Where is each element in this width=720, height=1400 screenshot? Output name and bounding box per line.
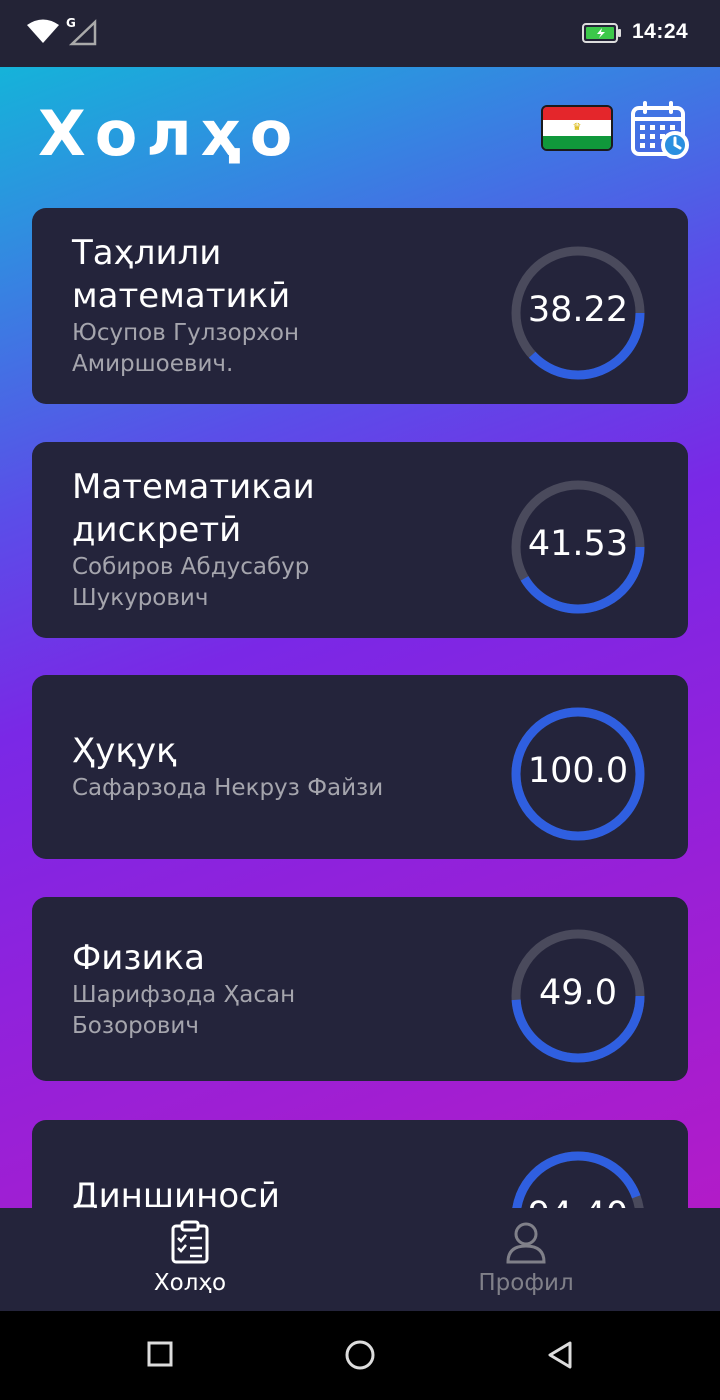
- back-icon[interactable]: [546, 1340, 574, 1370]
- grade-card[interactable]: Ҳуқуқ Сафарзода Некруз Файзи 100.0: [32, 675, 688, 859]
- teacher-name: Собиров Абдусабур: [72, 554, 310, 580]
- system-navigation-bar: [0, 1311, 720, 1400]
- subject-name: Таҳлили: [72, 233, 222, 273]
- grade-card[interactable]: Математикаи дискретӣ Собиров Абдусабур Шуку…: [32, 442, 688, 638]
- teacher-name: Амиршоевич.: [72, 351, 234, 377]
- bottom-navigation: Холҳо Профил: [0, 1208, 720, 1311]
- nav-tab-profile-label: Профил: [478, 1270, 574, 1296]
- status-time: 14:24: [632, 20, 689, 43]
- score-value: 49.0: [539, 973, 617, 1013]
- subject-name: Физика: [72, 938, 205, 978]
- clipboard-checklist-icon: [171, 1220, 209, 1264]
- calendar-clock-icon[interactable]: [630, 101, 690, 159]
- teacher-name: Шукурович: [72, 585, 209, 611]
- recent-apps-icon[interactable]: [146, 1340, 174, 1368]
- teacher-name: Бозорович: [72, 1013, 199, 1039]
- subject-name: Диншиносӣ: [72, 1176, 280, 1208]
- signal-icon: G: [66, 16, 98, 46]
- grade-card[interactable]: Таҳлили математикӣ Юсупов Гулзорхон Амиршое…: [32, 208, 688, 404]
- teacher-name: Сафарзода Некруз Файзи: [72, 775, 384, 801]
- subject-name: Ҳуқуқ: [72, 731, 177, 771]
- score-value: 100.0: [527, 751, 629, 791]
- page-title: Холҳо: [38, 97, 302, 170]
- score-value: 41.53: [527, 524, 629, 564]
- battery-charging-icon: [582, 23, 621, 43]
- nav-tab-grades[interactable]: Холҳо: [10, 1208, 370, 1311]
- nav-tab-grades-label: Холҳо: [153, 1270, 227, 1296]
- subject-name: дискретӣ: [72, 510, 242, 550]
- score-value: 38.22: [527, 290, 629, 330]
- grades-screen[interactable]: Холҳо ♛ Таҳлили математикӣ Юсупов Гулзорхо…: [0, 67, 720, 1208]
- teacher-name: Юсупов Гулзорхон: [72, 320, 300, 346]
- home-icon[interactable]: [344, 1340, 376, 1372]
- status-bar: G 14:24: [0, 0, 720, 67]
- grade-card[interactable]: Физика Шарифзода Ҳасан Бозорович 49.0: [32, 897, 688, 1081]
- user-icon: [506, 1222, 546, 1264]
- subject-name: математикӣ: [72, 276, 291, 316]
- flag-crown-icon: ♛: [572, 122, 582, 133]
- nav-tab-profile[interactable]: Профил: [346, 1208, 706, 1311]
- language-flag-button[interactable]: ♛: [541, 105, 613, 151]
- teacher-name: Шарифзода Ҳасан: [72, 982, 296, 1008]
- grade-card[interactable]: Диншиносӣ 94.40: [32, 1120, 688, 1208]
- score-value: 94.40: [508, 1195, 648, 1208]
- wifi-icon: [27, 19, 59, 43]
- subject-name: Математикаи: [72, 467, 315, 507]
